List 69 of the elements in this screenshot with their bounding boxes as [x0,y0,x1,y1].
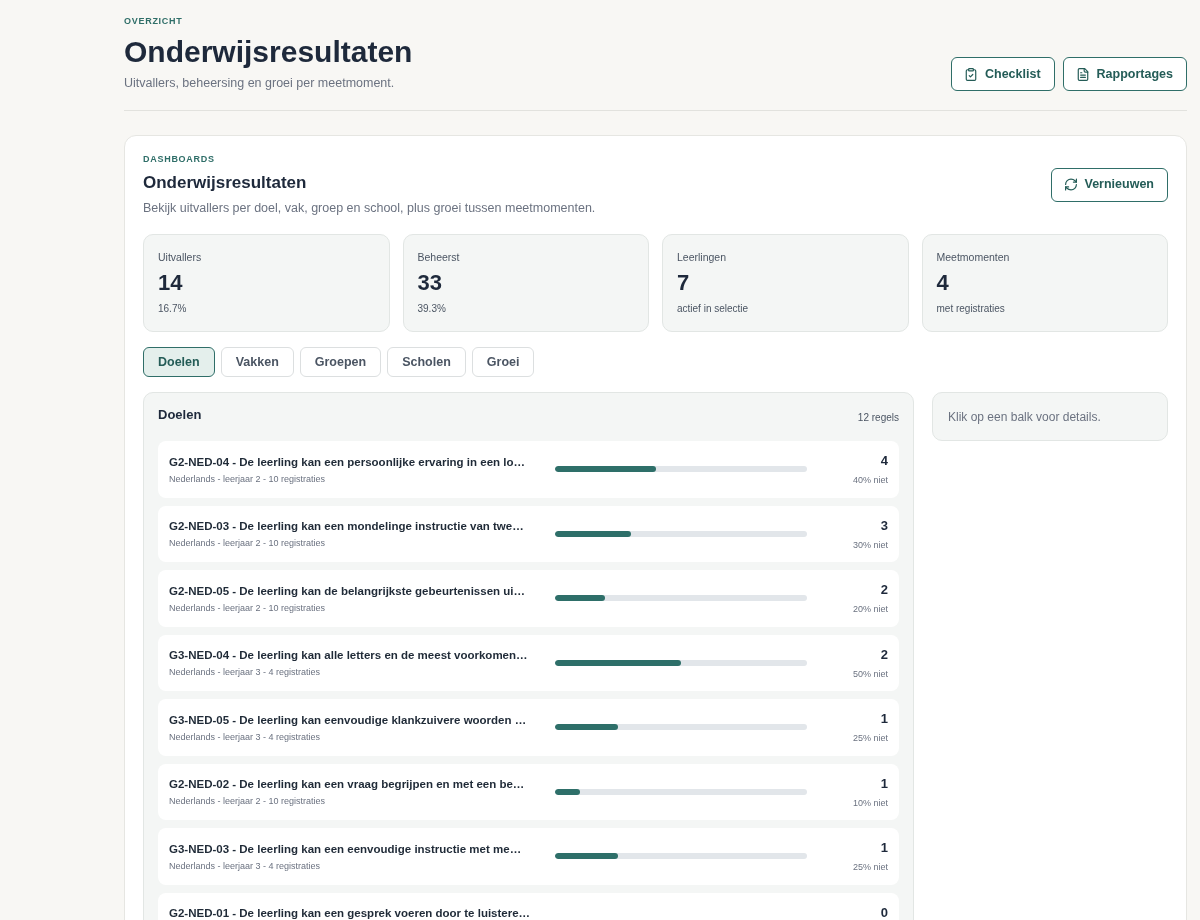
dropout-share: 50% niet [851,667,888,680]
stat-value: 4 [936,270,950,296]
page-subtitle: Uitvallers, beheersing en groei per meetmoment. [124,75,396,91]
stat-note: 16.7% [158,303,188,315]
goal-meta: Nederlands - leerjaar 2 - 10 registraties [169,472,327,485]
stat-note: 39.3% [417,303,447,315]
clipboard-check-icon [965,67,977,81]
goal-meta: Nederlands - leerjaar 2 - 10 registraties [169,537,327,550]
tab[interactable]: Groei [471,347,535,377]
progress-track[interactable] [555,853,807,860]
dropout-share: 10% niet [851,796,888,809]
goal-meta: Nederlands - leerjaar 3 - 4 registraties [169,859,322,872]
panel-title: Doelen [158,406,202,424]
goal-title: G2-NED-04 - De leerling kan een persoonlijke ervaring in een lo… [169,454,526,470]
goal-title: G3-NED-03 - De leerling kan een eenvoudige instructie met me… [169,841,523,857]
refresh-button[interactable]: Vernieuwen [1050,167,1168,202]
goal-title: G2-NED-02 - De leerling kan een vraag begrijpen en met een be… [169,777,526,793]
stat-note: met registraties [936,303,1006,315]
dropout-share: 25% niet [851,732,888,745]
goal-title: G3-NED-04 - De leerling kan alle letters en de meest voorkomen… [169,648,529,664]
dropout-share: 20% niet [851,603,888,616]
reports-button[interactable]: Rapportages [1062,57,1187,91]
goal-title: G2-NED-03 - De leerling kan een mondelinge instructie van twe… [169,519,525,535]
checklist-button[interactable]: Checklist [951,57,1055,91]
progress-track[interactable] [555,595,807,602]
goal-title: G3-NED-05 - De leerling kan eenvoudige klankzuivere woorden … [169,712,528,728]
progress-track[interactable] [555,530,807,537]
dropout-count: 0 [879,903,888,920]
page-title: Onderwijsresultaten [124,34,413,70]
stat-label: Meetmomenten [936,250,1011,264]
goal-title: G2-NED-05 - De leerling kan de belangrijkste gebeurtenissen ui… [169,583,526,599]
stat-label: Beheerst [417,250,461,264]
dropout-count: 1 [879,839,888,857]
stat-label: Uitvallers [158,250,203,264]
goal-meta: Nederlands - leerjaar 2 - 10 registraties [169,601,327,614]
progress-track[interactable] [555,724,807,731]
progress-track[interactable] [555,466,807,473]
stat-note: actief in selectie [677,303,750,315]
section-eyebrow: DASHBOARDS [143,153,216,165]
stat-value: 33 [417,270,443,296]
progress-track[interactable] [555,659,807,666]
dropout-share: 25% niet [851,861,888,874]
tab[interactable]: Doelen [143,347,215,377]
tab[interactable]: Vakken [220,347,294,377]
dropout-share: 30% niet [851,538,888,551]
stat-value: 7 [677,270,691,296]
tab[interactable]: Groepen [299,347,382,377]
document-icon [1076,67,1089,81]
goal-title: G2-NED-01 - De leerling kan een gesprek voeren door te luistere… [169,906,532,920]
dropout-count: 1 [879,710,888,728]
stat-label: Leerlingen [677,250,728,264]
goal-meta: Nederlands - leerjaar 2 - 10 registraties [169,795,327,808]
section-title: Onderwijsresultaten [143,172,308,194]
goal-meta: Nederlands - leerjaar 3 - 4 registraties [169,666,322,679]
section-description: Bekijk uitvallers per doel, vak, groep en school, plus groei tussen meetmomenten. [143,200,596,216]
goal-meta: Nederlands - leerjaar 3 - 4 registraties [169,730,322,743]
tab[interactable]: Scholen [387,347,466,377]
dropout-share: 40% niet [851,474,888,487]
dropout-count: 4 [879,452,888,470]
details-hint: Klik op een balk voor details. [932,392,1168,441]
refresh-icon [1064,178,1077,191]
dropout-count: 3 [879,516,888,534]
stat-value: 14 [158,270,184,296]
progress-track[interactable] [555,788,807,795]
row-count: 12 regels [857,411,899,424]
page-eyebrow: OVERZICHT [124,15,184,27]
dropout-count: 2 [879,645,888,663]
dropout-count: 2 [879,581,888,599]
dropout-count: 1 [879,774,888,792]
